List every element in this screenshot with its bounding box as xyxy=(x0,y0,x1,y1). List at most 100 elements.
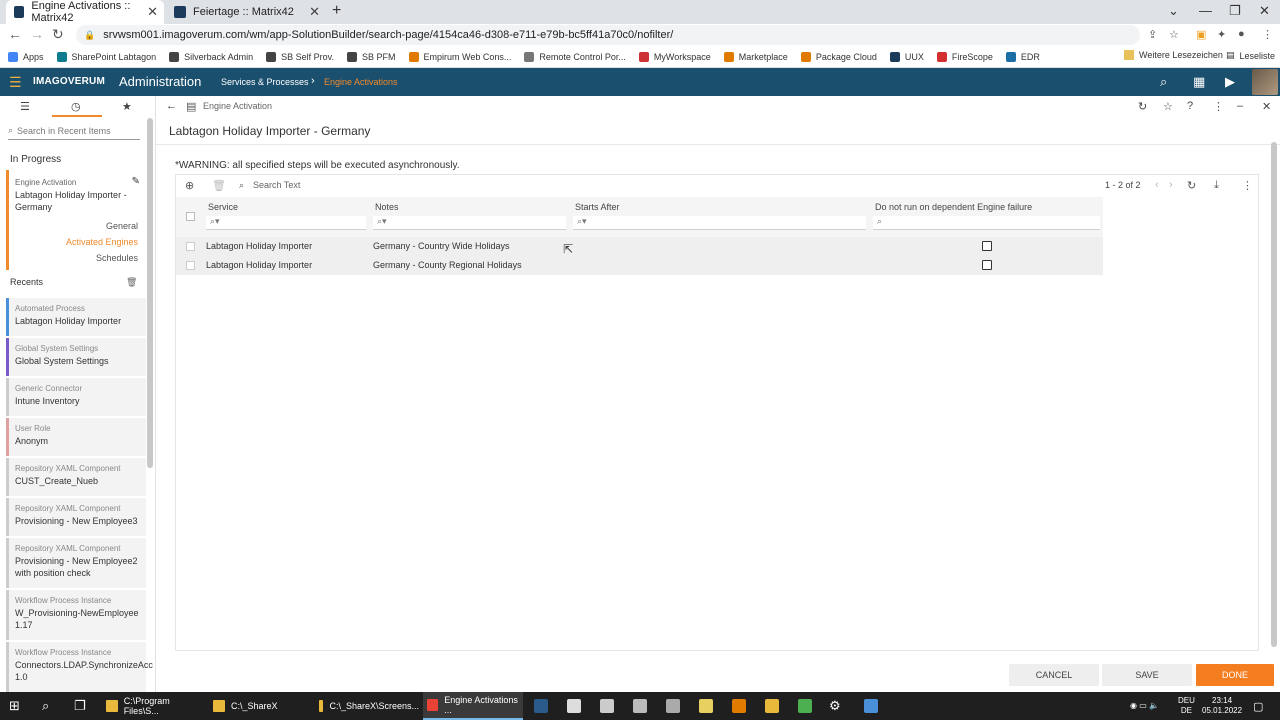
column-header-service[interactable]: Service xyxy=(208,202,238,212)
history-icon[interactable]: ◷ xyxy=(71,100,81,113)
browser-tab-engine-activations[interactable]: Engine Activations :: Matrix42 ✕ xyxy=(6,0,164,24)
bookmark-item[interactable]: EDR xyxy=(1005,51,1040,62)
restore-window-icon[interactable]: ❐ xyxy=(1229,3,1241,19)
breadcrumb-services-processes[interactable]: Services & Processes xyxy=(221,77,309,87)
cancel-button[interactable]: CANCEL xyxy=(1009,664,1099,686)
more-vert-icon[interactable]: ⋮ xyxy=(1242,179,1253,192)
filter-no-run-input[interactable]: ⌕ xyxy=(873,216,1100,230)
pinned-app-icon[interactable] xyxy=(699,699,713,713)
recent-item[interactable]: User Role Anonym xyxy=(6,418,146,456)
app-title[interactable]: Administration xyxy=(119,74,201,89)
chevron-left-icon[interactable]: ‹ xyxy=(1155,179,1159,191)
pinned-app-icon[interactable] xyxy=(666,699,680,713)
chevron-right-icon[interactable]: › xyxy=(1169,179,1173,191)
taskbar-app[interactable]: C:\Program Files\S... xyxy=(102,692,205,720)
pinned-app-icon[interactable] xyxy=(600,699,614,713)
left-scrollbar[interactable] xyxy=(147,118,153,468)
pinned-app-icon[interactable] xyxy=(633,699,647,713)
gear-icon[interactable]: ⚙ xyxy=(829,698,841,714)
apps-grid-icon[interactable]: ▦ xyxy=(1193,74,1205,90)
more-vert-icon[interactable]: ⋮ xyxy=(1213,100,1224,113)
search-icon[interactable]: ⌕ xyxy=(1160,74,1167,90)
download-icon[interactable]: ⤓ xyxy=(1214,179,1219,192)
star-icon[interactable]: ★ xyxy=(122,100,132,113)
close-icon[interactable]: ✕ xyxy=(1262,100,1271,113)
column-header-no-run-on-failure[interactable]: Do not run on dependent Engine failure xyxy=(875,202,1032,212)
tray-icons[interactable]: ◉ ▭ 🔈 xyxy=(1130,701,1159,711)
pinned-app-icon[interactable] xyxy=(864,699,878,713)
subnav-activated-engines[interactable]: Activated Engines xyxy=(66,237,138,247)
no-run-checkbox[interactable] xyxy=(982,241,992,251)
refresh-icon[interactable]: ↻ xyxy=(1187,179,1196,192)
refresh-icon[interactable]: ↻ xyxy=(1138,100,1147,113)
save-button[interactable]: SAVE xyxy=(1102,664,1192,686)
windows-start-icon[interactable]: ⊞ xyxy=(9,698,20,714)
filter-notes-input[interactable]: ⌕▾ xyxy=(373,216,566,230)
back-icon[interactable]: ← xyxy=(8,26,22,42)
clock[interactable]: 23:14 05.01.2022 xyxy=(1202,696,1242,716)
recent-item[interactable]: Repository XAML Component CUST_Create_Nue… xyxy=(6,458,146,496)
recent-item[interactable]: Global System Settings Global System Sett… xyxy=(6,338,146,376)
taskbar-app[interactable]: Engine Activations ... xyxy=(423,692,523,720)
table-row[interactable]: Labtagon Holiday Importer Germany - Coun… xyxy=(176,256,1103,275)
close-icon[interactable]: ✕ xyxy=(147,4,158,20)
browser-tab-feiertage[interactable]: Feiertage :: Matrix42 ✕ xyxy=(166,0,326,24)
grid-search-input[interactable]: Search Text xyxy=(253,180,300,190)
select-all-checkbox[interactable] xyxy=(186,212,195,221)
bookmark-item[interactable]: MyWorkspace xyxy=(638,51,711,62)
profile-icon[interactable]: ● xyxy=(1238,28,1245,40)
recent-item[interactable]: Repository XAML Component Provisioning - … xyxy=(6,538,146,588)
subnav-schedules[interactable]: Schedules xyxy=(96,253,138,263)
notification-icon[interactable]: ▢ xyxy=(1253,700,1263,713)
extension-icon[interactable]: ▣ xyxy=(1196,28,1206,41)
row-select-checkbox[interactable] xyxy=(186,261,195,270)
pinned-app-icon[interactable] xyxy=(765,699,779,713)
bookmark-item[interactable]: SharePoint Labtagon xyxy=(56,51,156,62)
column-header-notes[interactable]: Notes xyxy=(375,202,399,212)
help-icon[interactable]: ? xyxy=(1187,100,1193,112)
filter-starts-after-input[interactable]: ⌕▾ xyxy=(573,216,866,230)
row-select-checkbox[interactable] xyxy=(186,242,195,251)
recent-item[interactable]: Workflow Process Instance Connectors.LDAP… xyxy=(6,642,153,692)
recent-item[interactable]: Workflow Process Instance W_Provisioning-… xyxy=(6,590,146,640)
search-icon[interactable]: ⌕ xyxy=(42,698,49,714)
main-scrollbar[interactable] xyxy=(1271,142,1277,647)
bookmark-item[interactable]: Silverback Admin xyxy=(169,51,253,62)
recent-item[interactable]: Repository XAML Component Provisioning - … xyxy=(6,498,146,536)
tab-search-icon[interactable]: ⌄ xyxy=(1168,3,1179,19)
presentation-icon[interactable]: ▶ xyxy=(1225,74,1235,90)
in-progress-item[interactable]: Engine Activation ✎ Labtagon Holiday Imp… xyxy=(6,170,146,270)
back-arrow-icon[interactable]: ← xyxy=(166,100,177,112)
puzzle-icon[interactable]: ✦ xyxy=(1217,28,1226,41)
recent-search-input[interactable]: ⌕ Search in Recent Items xyxy=(8,122,140,140)
taskbar-app[interactable]: C:\_ShareX\Screens... xyxy=(315,692,419,720)
pinned-app-icon[interactable] xyxy=(798,699,812,713)
pinned-app-icon[interactable] xyxy=(567,699,581,713)
reload-icon[interactable]: ↻ xyxy=(52,26,64,43)
bookmark-item[interactable]: Package Cloud xyxy=(800,51,877,62)
bookmark-star-icon[interactable]: ☆ xyxy=(1169,28,1179,41)
bookmark-item[interactable]: UUX xyxy=(889,51,924,62)
filter-service-input[interactable]: ⌕▾ xyxy=(206,216,366,230)
done-button[interactable]: DONE xyxy=(1196,664,1274,686)
subnav-general[interactable]: General xyxy=(106,221,138,231)
breadcrumb-engine-activations[interactable]: Engine Activations xyxy=(324,77,398,87)
reading-list[interactable]: ▤ Leseliste xyxy=(1226,50,1275,61)
url-input[interactable]: 🔒 srvwsm001.imagoverum.com/wm/app-Soluti… xyxy=(76,25,1140,45)
avatar[interactable] xyxy=(1252,69,1278,95)
bookmark-item[interactable]: Empirum Web Cons... xyxy=(408,51,511,62)
pinned-app-icon[interactable] xyxy=(534,699,548,713)
bookmark-item[interactable]: Marketplace xyxy=(723,51,788,62)
language-indicator[interactable]: DEU DE xyxy=(1178,696,1195,716)
recent-item[interactable]: Automated Process Labtagon Holiday Import… xyxy=(6,298,146,336)
recent-item[interactable]: Generic Connector Intune Inventory xyxy=(6,378,146,416)
bookmark-item[interactable]: Apps xyxy=(8,51,44,62)
minimize-window-icon[interactable]: — xyxy=(1199,3,1212,18)
close-window-icon[interactable]: ✕ xyxy=(1259,3,1270,19)
share-icon[interactable]: ⇪ xyxy=(1148,28,1157,41)
task-view-icon[interactable]: ❐ xyxy=(74,698,86,714)
table-row[interactable]: Labtagon Holiday Importer Germany - Coun… xyxy=(176,237,1103,256)
hamburger-menu-icon[interactable]: ☰ xyxy=(9,74,22,91)
column-header-starts-after[interactable]: Starts After xyxy=(575,202,620,212)
bookmark-item[interactable]: SB Self Prov. xyxy=(266,51,334,62)
